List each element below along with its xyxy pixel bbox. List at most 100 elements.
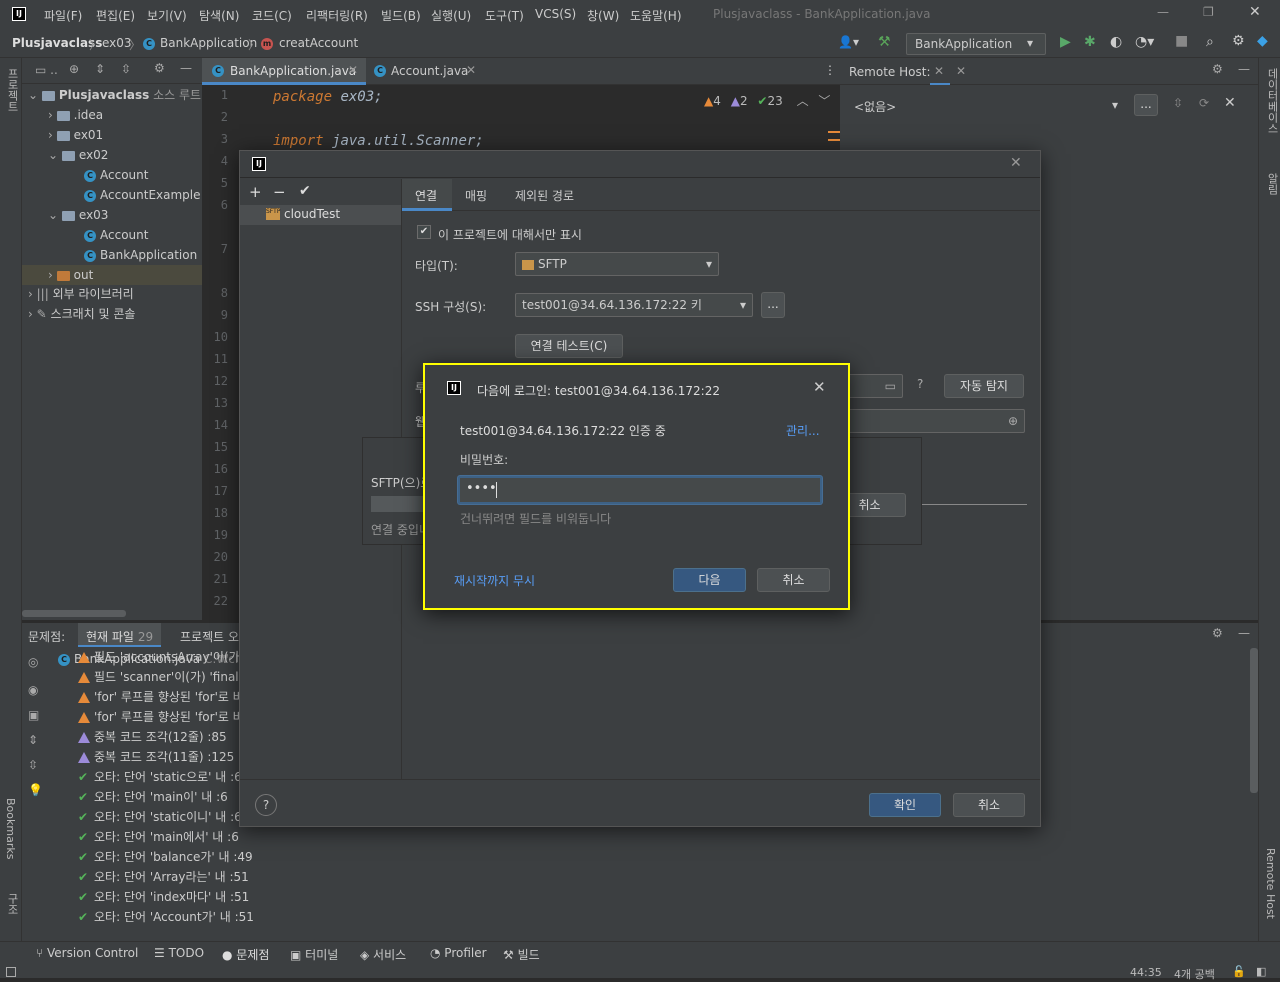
tree-item-ex01[interactable]: › ex01 — [48, 125, 103, 145]
close-tab-icon[interactable]: ✕ — [466, 63, 476, 77]
remove-icon[interactable]: − — [273, 183, 286, 201]
todo-button[interactable]: ☰ TODO — [154, 946, 204, 960]
close-tab-icon[interactable]: ✕ — [934, 64, 944, 78]
version-control-button[interactable]: ⑂ Version Control — [36, 946, 138, 960]
menu-view[interactable]: 보기(V) — [147, 7, 187, 24]
ssh-config-select[interactable]: test001@34.64.136.172:22 키 ▾ — [515, 293, 753, 317]
cursor-position[interactable]: 44:35 — [1130, 966, 1162, 979]
plugin-icon[interactable]: ◆ — [1257, 33, 1268, 49]
lock-icon[interactable]: 🔓 — [1232, 965, 1246, 978]
build-hammer-icon[interactable]: ⚒ — [878, 34, 891, 50]
help-icon[interactable]: ? — [917, 377, 923, 391]
breadcrumb-method[interactable]: creatAccount — [279, 36, 358, 50]
code-line-1[interactable]: package ex03; — [273, 89, 383, 105]
close-icon[interactable]: ✕ — [1224, 95, 1236, 111]
tree-item-ex03[interactable]: ⌄ ex03 — [48, 205, 108, 225]
problem-row[interactable]: ✔ 오타: 단어 'Array라는' 내 :51 — [78, 867, 249, 887]
tree-item-accountexample[interactable]: C AccountExample — [84, 185, 201, 205]
type-select[interactable]: SFTP ▾ — [515, 252, 719, 276]
menu-window[interactable]: 창(W) — [587, 7, 619, 24]
hide-panel-icon[interactable]: — — [1238, 62, 1250, 76]
tree-item-ex02[interactable]: ⌄ ex02 — [48, 145, 108, 165]
manage-link[interactable]: 관리... — [786, 422, 820, 439]
tab-project-errors[interactable]: 프로젝트 오 — [180, 628, 239, 645]
web-server-url-field[interactable]: ⊕ — [845, 409, 1025, 433]
menu-run[interactable]: 실행(U) — [431, 7, 471, 24]
add-icon[interactable]: + — [249, 183, 262, 201]
inspection-widget[interactable]: ▲4 ▲2 ✔23 ︿ ﹀ — [704, 92, 830, 109]
tab-excluded-paths[interactable]: 제외된 경로 — [515, 187, 574, 204]
code-line-3[interactable]: import java.util.Scanner; — [273, 133, 484, 149]
help-button[interactable]: ? — [255, 794, 277, 816]
close-icon[interactable]: ✕ — [813, 378, 826, 396]
menu-help[interactable]: 도움말(H) — [630, 7, 682, 24]
preview-icon[interactable]: ▣ — [28, 708, 39, 722]
ignore-until-restart-link[interactable]: 재시작까지 무시 — [454, 572, 535, 589]
tree-item-scratches[interactable]: › ✎ 스크래치 및 콘솔 — [28, 304, 135, 324]
expand-all-icon[interactable]: ⇕ — [28, 733, 38, 747]
gear-icon[interactable]: ⚙ — [1212, 62, 1223, 76]
breadcrumb-ex03[interactable]: ex03 — [102, 36, 132, 50]
menu-tools[interactable]: 도구(T) — [485, 7, 524, 24]
problem-row[interactable]: 필드 'accountsArray'이(가) — [78, 647, 244, 667]
checkmark-icon[interactable]: ✔ — [299, 183, 311, 199]
browse-button[interactable]: ... — [1134, 94, 1158, 116]
password-input[interactable]: •••• — [458, 476, 822, 504]
settings-gear-icon[interactable]: ⚙ — [1232, 33, 1245, 49]
tab-bankapplication[interactable]: C BankApplication.java ✕ — [202, 58, 366, 85]
test-connection-button[interactable]: 연결 테스트(C) — [515, 334, 623, 358]
problem-row[interactable]: ✔ 오타: 단어 'static이니' 내 :6 — [78, 807, 242, 827]
gear-icon[interactable]: ⚙ — [154, 61, 165, 75]
target-icon[interactable]: ◎ — [28, 655, 38, 669]
collapse-icon[interactable]: ⇳ — [1173, 96, 1183, 110]
problem-row[interactable]: ✔ 오타: 단어 'main이' 내 :6 — [78, 787, 228, 807]
tree-item-account[interactable]: C Account — [84, 225, 148, 245]
panel-icon[interactable]: ▭ .. — [35, 63, 58, 77]
close-icon[interactable]: ✕ — [956, 64, 966, 78]
notification-icon[interactable]: ◧ — [1256, 965, 1266, 978]
bulb-icon[interactable]: 💡 — [28, 783, 43, 797]
debug-icon[interactable]: ✱ — [1084, 34, 1096, 50]
bookmarks-tool-button[interactable]: Bookmarks — [4, 798, 17, 859]
coverage-icon[interactable]: ◐ — [1110, 34, 1122, 50]
tree-root[interactable]: ⌄ Plusjavaclass 소스 루트, — [28, 85, 205, 105]
tab-account[interactable]: C Account.java ✕ — [366, 58, 486, 85]
problem-row[interactable]: 중복 코드 조각(12줄) :85 — [78, 727, 227, 747]
problem-row[interactable]: 'for' 루프를 향상된 'for'로 바 — [78, 687, 244, 707]
problem-row[interactable]: 중복 코드 조각(11줄) :125 — [78, 747, 234, 767]
server-item-cloudtest[interactable]: SFTP cloudTest — [240, 205, 401, 225]
menu-navigate[interactable]: 탐색(N) — [199, 7, 239, 24]
breadcrumb-class[interactable]: BankApplication — [160, 36, 257, 50]
menu-build[interactable]: 빌드(B) — [381, 7, 421, 24]
locate-icon[interactable]: ⊕ — [69, 62, 79, 76]
stop-icon[interactable]: ■ — [1175, 33, 1188, 49]
minimize-icon[interactable]: — — [1157, 5, 1169, 19]
search-icon[interactable]: ⌕ — [1206, 34, 1214, 50]
close-tab-icon[interactable]: ✕ — [348, 63, 358, 77]
notifications-tool-button[interactable]: 알림 — [1264, 173, 1280, 195]
ssh-config-browse-button[interactable]: ... — [761, 292, 785, 318]
problem-row[interactable]: 'for' 루프를 향상된 'for'로 바 — [78, 707, 244, 727]
vertical-scrollbar[interactable] — [1250, 648, 1258, 793]
profile-icon[interactable]: ◔▾ — [1135, 34, 1154, 50]
chevron-down-icon[interactable]: ▾ — [1112, 98, 1118, 112]
refresh-icon[interactable]: ⟳ — [1199, 96, 1209, 110]
tab-mapping[interactable]: 매핑 — [465, 187, 487, 204]
previous-icon[interactable]: ︿ — [797, 94, 809, 108]
problem-row[interactable]: ✔ 오타: 단어 'main에서' 내 :6 — [78, 827, 239, 847]
user-icon[interactable]: 👤▾ — [838, 35, 859, 49]
horizontal-scrollbar[interactable] — [22, 610, 126, 617]
collapse-all-icon[interactable]: ⇳ — [28, 758, 38, 772]
next-icon[interactable]: ﹀ — [818, 94, 830, 108]
problem-row[interactable]: ✔ 오타: 단어 'static으로' 내 :6 — [78, 767, 242, 787]
menu-code[interactable]: 코드(C) — [252, 7, 292, 24]
tree-item-idea[interactable]: › .idea — [48, 105, 103, 125]
ok-button[interactable]: 확인 — [869, 793, 941, 817]
visible-only-checkbox[interactable]: ✔ — [417, 225, 431, 239]
next-button[interactable]: 다음 — [673, 568, 746, 592]
gear-icon[interactable]: ⚙ — [1212, 626, 1223, 640]
more-tabs-icon[interactable]: ⋮ — [824, 63, 836, 77]
globe-icon[interactable]: ⊕ — [1008, 410, 1018, 432]
tree-item-libraries[interactable]: › ||| 외부 라이브러리 — [28, 284, 134, 304]
database-tool-button[interactable]: 데이터베이스 — [1264, 68, 1280, 134]
